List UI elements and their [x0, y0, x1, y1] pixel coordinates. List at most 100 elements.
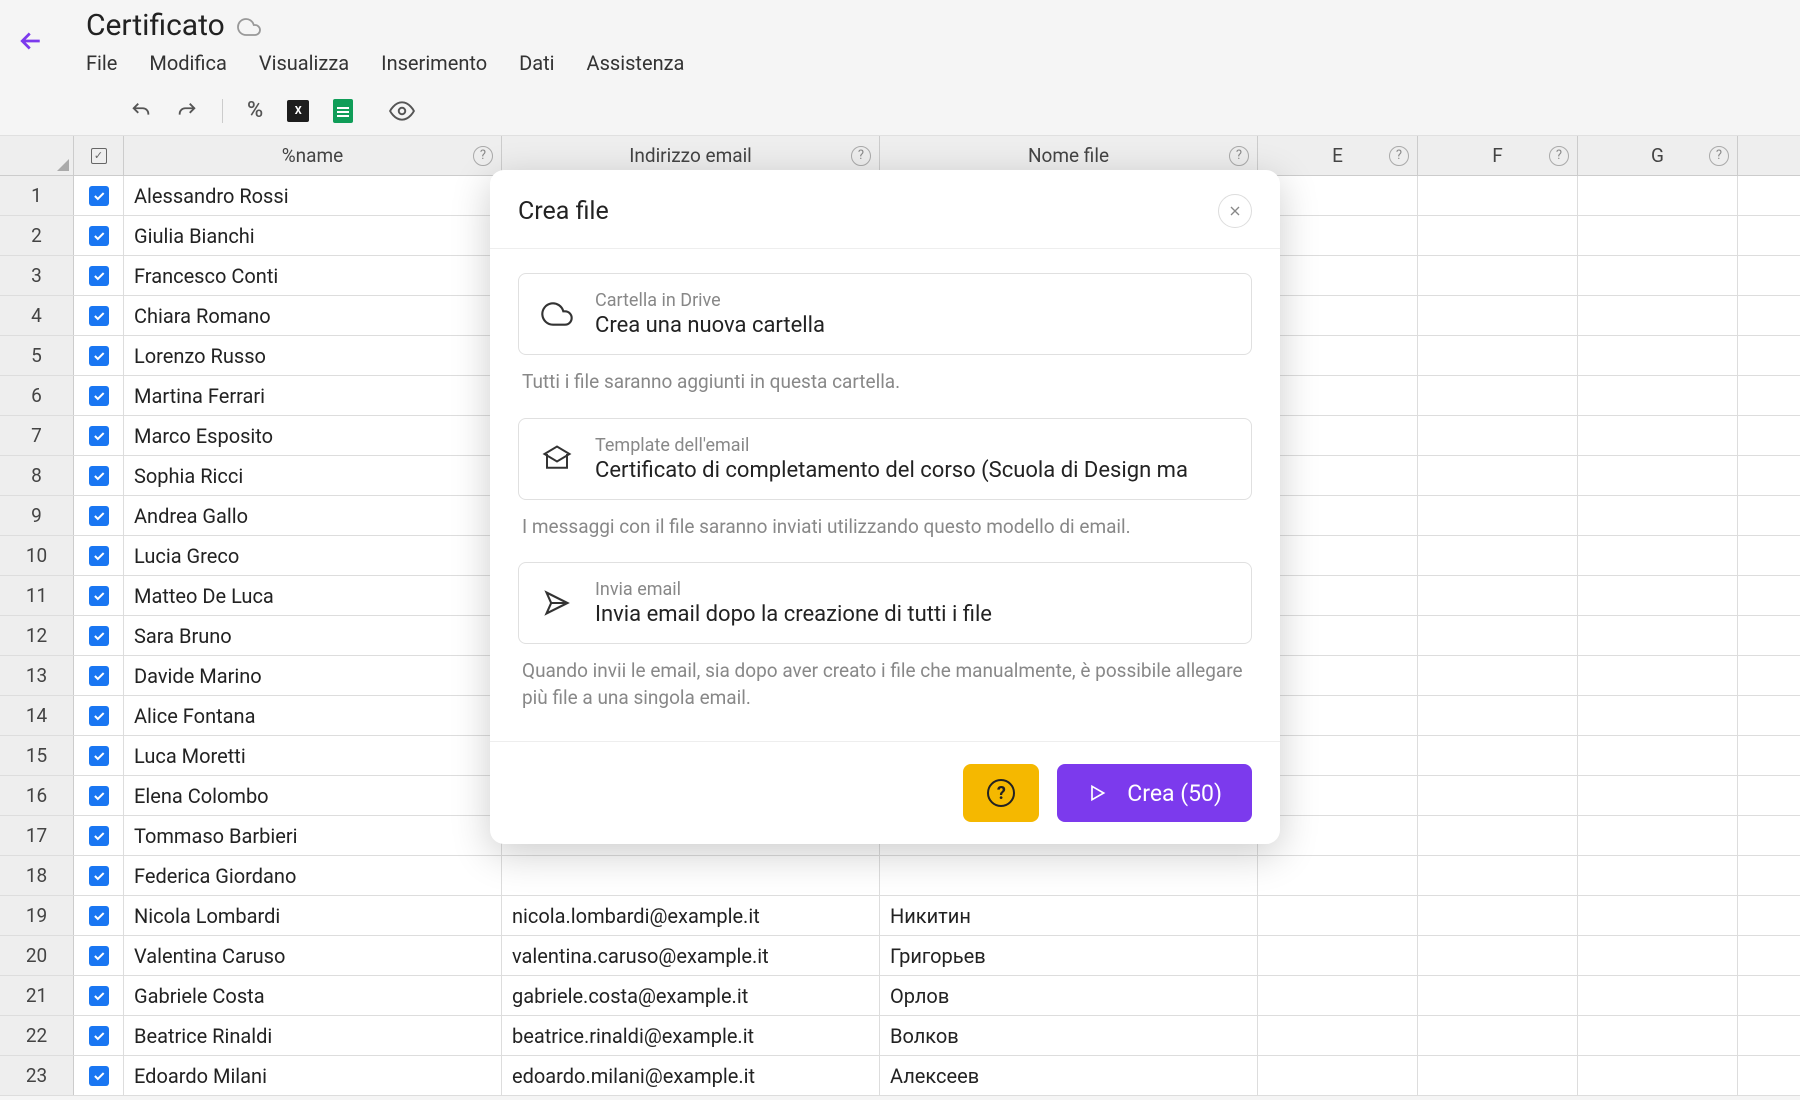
- row-checkbox-cell[interactable]: [74, 1016, 124, 1055]
- cell[interactable]: [1578, 736, 1738, 775]
- cell[interactable]: [1418, 856, 1578, 895]
- cell[interactable]: [1578, 696, 1738, 735]
- cell[interactable]: [1418, 336, 1578, 375]
- cell[interactable]: [1258, 336, 1418, 375]
- help-icon[interactable]: ?: [1229, 146, 1249, 166]
- percent-button[interactable]: %: [247, 98, 263, 123]
- row-checkbox-cell[interactable]: [74, 376, 124, 415]
- cell-filename[interactable]: Григорьев: [880, 936, 1258, 975]
- menu-visualizza[interactable]: Visualizza: [259, 51, 349, 75]
- close-button[interactable]: [1218, 194, 1252, 228]
- redo-button[interactable]: [176, 100, 198, 122]
- email-template-option[interactable]: Template dell'email Certificato di compl…: [518, 418, 1252, 500]
- cell[interactable]: [1258, 416, 1418, 455]
- cell-filename[interactable]: Никитин: [880, 896, 1258, 935]
- cell[interactable]: [1578, 776, 1738, 815]
- row-checkbox-cell[interactable]: [74, 576, 124, 615]
- cell[interactable]: [1418, 976, 1578, 1015]
- cell-email[interactable]: edoardo.milani@example.it: [502, 1056, 880, 1095]
- undo-button[interactable]: [130, 100, 152, 122]
- menu-assistenza[interactable]: Assistenza: [587, 51, 685, 75]
- cell[interactable]: [1258, 616, 1418, 655]
- row-number[interactable]: 7: [0, 416, 74, 455]
- menu-file[interactable]: File: [86, 51, 117, 75]
- cell[interactable]: [1258, 256, 1418, 295]
- cell[interactable]: [1578, 1016, 1738, 1055]
- cell[interactable]: [1418, 176, 1578, 215]
- cell[interactable]: [1258, 296, 1418, 335]
- cell[interactable]: [1258, 736, 1418, 775]
- cell[interactable]: [1578, 576, 1738, 615]
- column-header-e[interactable]: E?: [1258, 136, 1418, 175]
- cell-name[interactable]: Edoardo Milani: [124, 1056, 502, 1095]
- row-checkbox-cell[interactable]: [74, 296, 124, 335]
- row-checkbox-cell[interactable]: [74, 616, 124, 655]
- cell[interactable]: [1418, 376, 1578, 415]
- column-header-g[interactable]: G?: [1578, 136, 1738, 175]
- cell-filename[interactable]: [880, 856, 1258, 895]
- row-checkbox-cell[interactable]: [74, 856, 124, 895]
- preview-button[interactable]: [389, 98, 415, 124]
- cell-email[interactable]: beatrice.rinaldi@example.it: [502, 1016, 880, 1055]
- sheets-export-button[interactable]: [333, 99, 353, 123]
- create-button[interactable]: Crea (50): [1057, 764, 1252, 822]
- cell[interactable]: [1258, 816, 1418, 855]
- cell[interactable]: [1418, 776, 1578, 815]
- cell-name[interactable]: Marco Esposito: [124, 416, 502, 455]
- cell[interactable]: [1258, 216, 1418, 255]
- cell-name[interactable]: Gabriele Costa: [124, 976, 502, 1015]
- cell[interactable]: [1418, 416, 1578, 455]
- excel-export-button[interactable]: X: [287, 100, 309, 122]
- row-checkbox-cell[interactable]: [74, 896, 124, 935]
- select-all-corner[interactable]: [0, 136, 74, 175]
- cell[interactable]: [1578, 176, 1738, 215]
- cell-name[interactable]: Nicola Lombardi: [124, 896, 502, 935]
- cell[interactable]: [1418, 1016, 1578, 1055]
- cell[interactable]: [1578, 976, 1738, 1015]
- menu-dati[interactable]: Dati: [519, 51, 554, 75]
- drive-folder-option[interactable]: Cartella in Drive Crea una nuova cartell…: [518, 273, 1252, 355]
- cell-filename[interactable]: Алексеев: [880, 1056, 1258, 1095]
- cell-filename[interactable]: Орлов: [880, 976, 1258, 1015]
- row-checkbox-cell[interactable]: [74, 1056, 124, 1095]
- cell[interactable]: [1578, 896, 1738, 935]
- cell-email[interactable]: [502, 856, 880, 895]
- row-number[interactable]: 16: [0, 776, 74, 815]
- cell-name[interactable]: Federica Giordano: [124, 856, 502, 895]
- row-checkbox-cell[interactable]: [74, 216, 124, 255]
- row-number[interactable]: 13: [0, 656, 74, 695]
- cell[interactable]: [1418, 216, 1578, 255]
- help-button[interactable]: ?: [963, 764, 1039, 822]
- cell[interactable]: [1418, 296, 1578, 335]
- cell[interactable]: [1578, 256, 1738, 295]
- row-number[interactable]: 17: [0, 816, 74, 855]
- cell[interactable]: [1418, 256, 1578, 295]
- row-checkbox-cell[interactable]: [74, 656, 124, 695]
- cell[interactable]: [1578, 296, 1738, 335]
- row-number[interactable]: 21: [0, 976, 74, 1015]
- row-checkbox-cell[interactable]: [74, 256, 124, 295]
- row-number[interactable]: 9: [0, 496, 74, 535]
- row-number[interactable]: 3: [0, 256, 74, 295]
- cell-name[interactable]: Tommaso Barbieri: [124, 816, 502, 855]
- row-checkbox-cell[interactable]: [74, 736, 124, 775]
- cell-name[interactable]: Lorenzo Russo: [124, 336, 502, 375]
- column-header-name[interactable]: %name?: [124, 136, 502, 175]
- row-checkbox-cell[interactable]: [74, 496, 124, 535]
- row-number[interactable]: 6: [0, 376, 74, 415]
- column-header-f[interactable]: F?: [1418, 136, 1578, 175]
- row-checkbox-cell[interactable]: [74, 776, 124, 815]
- help-icon[interactable]: ?: [473, 146, 493, 166]
- cell[interactable]: [1418, 576, 1578, 615]
- cell[interactable]: [1418, 536, 1578, 575]
- cell[interactable]: [1418, 896, 1578, 935]
- cell[interactable]: [1258, 856, 1418, 895]
- cell[interactable]: [1258, 496, 1418, 535]
- row-checkbox-cell[interactable]: [74, 416, 124, 455]
- cell[interactable]: [1578, 216, 1738, 255]
- cell-name[interactable]: Chiara Romano: [124, 296, 502, 335]
- row-number[interactable]: 12: [0, 616, 74, 655]
- cell[interactable]: [1258, 1016, 1418, 1055]
- cell-name[interactable]: Lucia Greco: [124, 536, 502, 575]
- cell-email[interactable]: nicola.lombardi@example.it: [502, 896, 880, 935]
